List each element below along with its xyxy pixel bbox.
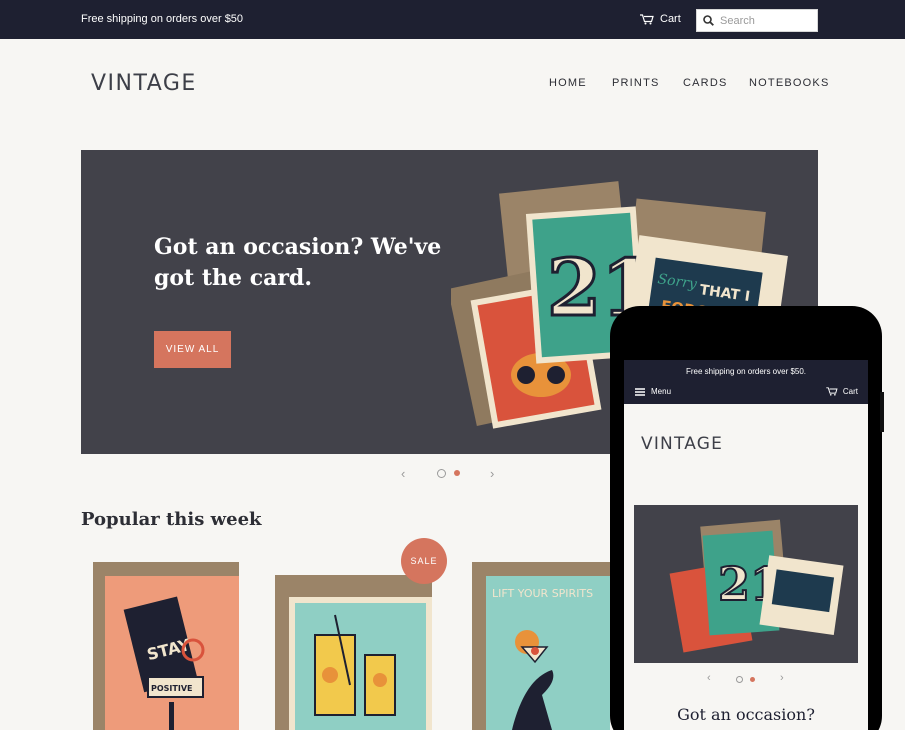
mobile-logo[interactable]: VINTAGE — [641, 434, 723, 454]
product-image: STAY POSITIVE — [93, 562, 239, 730]
view-all-button[interactable]: VIEW ALL — [154, 331, 231, 368]
cart-link[interactable]: Cart — [640, 13, 681, 25]
product-art-text-2: POSITIVE — [151, 684, 193, 693]
product-card[interactable] — [275, 575, 432, 730]
hamburger-icon — [635, 387, 645, 396]
nav-prints[interactable]: PRINTS — [612, 77, 660, 89]
slider-dot-2[interactable] — [454, 470, 460, 476]
section-title: Popular this week — [81, 509, 262, 530]
mobile-cart-link[interactable]: Cart — [826, 387, 858, 396]
search-icon — [703, 15, 714, 26]
product-image: LIFT YOUR SPIRITS — [472, 562, 610, 730]
cart-label: Cart — [660, 13, 681, 25]
nav-cards[interactable]: CARDS — [683, 77, 728, 89]
nav-notebooks[interactable]: NOTEBOOKS — [749, 77, 829, 89]
slider-dot-1[interactable] — [437, 469, 446, 478]
slider-next-button[interactable]: › — [490, 466, 494, 481]
mobile-hero-image: 21 — [634, 505, 858, 663]
mobile-slider-next[interactable]: › — [780, 672, 784, 684]
product-card[interactable]: STAY POSITIVE — [93, 562, 239, 730]
slider-prev-button[interactable]: ‹ — [401, 466, 405, 481]
product-image — [275, 575, 432, 730]
mobile-menu-button[interactable]: Menu — [635, 387, 671, 396]
phone-screen: Free shipping on orders over $50. Menu C… — [624, 360, 868, 730]
product-card[interactable]: LIFT YOUR SPIRITS — [472, 562, 610, 730]
mobile-menu-label: Menu — [651, 387, 672, 396]
mobile-hero-heading: Got an occasion? — [677, 705, 815, 724]
product-art-text: LIFT YOUR SPIRITS — [492, 587, 593, 600]
cart-icon — [640, 13, 654, 24]
mobile-header: Free shipping on orders over $50. Menu C… — [624, 360, 868, 404]
hero-heading: Got an occasion? We've got the card. — [154, 234, 442, 291]
free-shipping-text: Free shipping on orders over $50 — [81, 13, 244, 25]
phone-side-button — [880, 392, 884, 432]
announcement-bar: Free shipping on orders over $50 Cart — [0, 0, 905, 39]
mobile-cart-label: Cart — [842, 387, 858, 396]
site-logo[interactable]: VINTAGE — [91, 71, 197, 96]
mobile-slider-dot-1[interactable] — [736, 676, 743, 683]
sale-badge: SALE — [401, 538, 447, 584]
cart-icon — [826, 387, 838, 396]
search-input[interactable] — [720, 14, 812, 27]
nav-home[interactable]: HOME — [549, 77, 587, 89]
mobile-slider-prev[interactable]: ‹ — [707, 672, 711, 684]
mobile-slider-dot-2[interactable] — [750, 677, 755, 682]
search-box[interactable] — [696, 9, 818, 32]
mobile-promo-text: Free shipping on orders over $50. — [685, 367, 807, 376]
